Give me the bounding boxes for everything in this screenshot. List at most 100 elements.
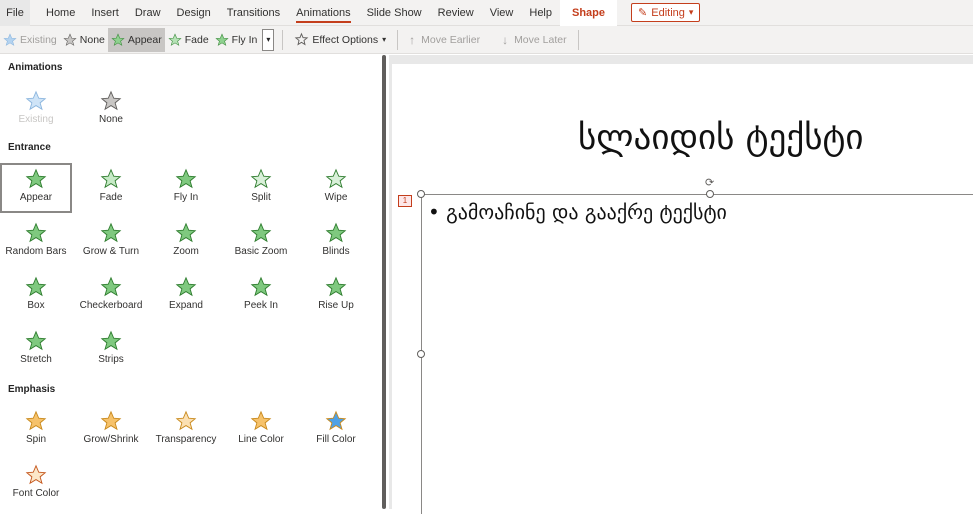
animation-label: Grow & Turn bbox=[82, 246, 140, 257]
animation-label: Appear bbox=[19, 192, 53, 203]
chevron-down-icon: ▾ bbox=[382, 35, 387, 44]
animation-label: Expand bbox=[169, 300, 203, 311]
move-earlier-button[interactable]: ↑ Move Earlier bbox=[406, 28, 483, 52]
star-icon bbox=[63, 32, 77, 46]
resize-handle-top-middle[interactable] bbox=[706, 190, 714, 198]
animation-rise-up[interactable]: Rise Up bbox=[300, 271, 372, 321]
tab-draw[interactable]: Draw bbox=[127, 0, 169, 26]
animation-blinds[interactable]: Blinds bbox=[300, 217, 372, 267]
star-icon bbox=[100, 330, 122, 351]
animation-box[interactable]: Box bbox=[0, 271, 72, 321]
star-icon bbox=[325, 222, 347, 243]
slide-bullet-text[interactable]: • გამოაჩინე და გააქრე ტექსტი bbox=[428, 200, 727, 224]
tab-help[interactable]: Help bbox=[521, 0, 560, 26]
animation-order-tag[interactable]: 1 bbox=[398, 195, 412, 207]
arrow-down-icon: ↓ bbox=[502, 32, 509, 47]
animation-none[interactable]: None bbox=[75, 85, 147, 135]
arrow-up-icon: ↑ bbox=[409, 32, 416, 47]
animation-peek-in[interactable]: Peek In bbox=[225, 271, 297, 321]
animation-label: Wipe bbox=[324, 192, 348, 203]
animation-fill-color[interactable]: Fill Color bbox=[300, 405, 372, 455]
effect-options-button[interactable]: Effect Options ▾ bbox=[291, 28, 389, 52]
animation-strips[interactable]: Strips bbox=[75, 325, 147, 375]
tab-design[interactable]: Design bbox=[169, 0, 219, 26]
animation-expand[interactable]: Expand bbox=[150, 271, 222, 321]
animation-label: Random Bars bbox=[5, 246, 67, 257]
animation-grow-shrink[interactable]: Grow/Shrink bbox=[75, 405, 147, 455]
star-icon bbox=[100, 410, 122, 431]
star-icon bbox=[111, 32, 125, 46]
rotate-handle-icon[interactable]: ⟳ bbox=[705, 176, 714, 189]
animation-label: Existing bbox=[18, 114, 54, 125]
star-icon bbox=[325, 276, 347, 297]
star-icon bbox=[3, 32, 17, 46]
animation-wipe[interactable]: Wipe bbox=[300, 163, 372, 213]
animation-label: Fill Color bbox=[316, 434, 356, 445]
animation-label: Transparency bbox=[155, 434, 217, 445]
existing-button[interactable]: Existing bbox=[0, 28, 60, 52]
section-title-animations: Animations bbox=[8, 62, 63, 73]
tab-view[interactable]: View bbox=[482, 0, 522, 26]
move-later-button[interactable]: ↓ Move Later bbox=[499, 28, 570, 52]
tab-home[interactable]: Home bbox=[38, 0, 83, 26]
animation-fly-in[interactable]: Fly In bbox=[150, 163, 222, 213]
star-icon bbox=[325, 168, 347, 189]
chevron-down-icon: ▾ bbox=[266, 35, 271, 44]
star-icon bbox=[175, 410, 197, 431]
animation-existing[interactable]: Existing bbox=[0, 85, 72, 135]
star-icon bbox=[25, 276, 47, 297]
tab-shape[interactable]: Shape bbox=[560, 0, 618, 26]
tab-file[interactable]: File bbox=[0, 0, 30, 26]
animation-zoom[interactable]: Zoom bbox=[150, 217, 222, 267]
animation-line-color[interactable]: Line Color bbox=[225, 405, 297, 455]
star-icon bbox=[175, 276, 197, 297]
tab-review[interactable]: Review bbox=[430, 0, 482, 26]
animation-label: None bbox=[99, 114, 123, 125]
tab-insert[interactable]: Insert bbox=[83, 0, 127, 26]
animation-spin[interactable]: Spin bbox=[0, 405, 72, 455]
animation-font-color[interactable]: Font Color bbox=[0, 459, 72, 509]
animation-label: Fly In bbox=[173, 192, 199, 203]
animation-label: Spin bbox=[25, 434, 46, 445]
resize-handle-middle-left[interactable] bbox=[417, 350, 425, 358]
animation-transparency[interactable]: Transparency bbox=[150, 405, 222, 455]
tab-animations[interactable]: Animations bbox=[288, 0, 358, 26]
animation-basic-zoom[interactable]: Basic Zoom bbox=[225, 217, 297, 267]
star-icon bbox=[100, 276, 122, 297]
animation-split[interactable]: Split bbox=[225, 163, 297, 213]
animation-label: Line Color bbox=[238, 434, 284, 445]
ribbon-divider bbox=[282, 29, 284, 50]
appear-button[interactable]: Appear bbox=[107, 27, 165, 52]
star-icon bbox=[250, 410, 272, 431]
text-placeholder[interactable] bbox=[421, 194, 973, 514]
fade-button[interactable]: Fade bbox=[165, 28, 212, 52]
star-icon bbox=[325, 410, 347, 431]
star-icon bbox=[250, 222, 272, 243]
editing-mode-button[interactable]: ✎ Editing ▾ bbox=[631, 3, 701, 22]
star-icon bbox=[100, 222, 122, 243]
pencil-icon: ✎ bbox=[638, 7, 648, 19]
star-icon bbox=[175, 168, 197, 189]
tab-transitions[interactable]: Transitions bbox=[219, 0, 288, 26]
fly-in-button[interactable]: Fly In bbox=[212, 28, 261, 52]
star-icon bbox=[25, 330, 47, 351]
animation-random-bars[interactable]: Random Bars bbox=[0, 217, 72, 267]
pane-scrollbar[interactable] bbox=[382, 55, 386, 509]
animation-stretch[interactable]: Stretch bbox=[0, 325, 72, 375]
animation-label: Stretch bbox=[20, 354, 52, 365]
resize-handle-top-left[interactable] bbox=[417, 190, 425, 198]
section-title-entrance: Entrance bbox=[8, 142, 51, 153]
tab-slide-show[interactable]: Slide Show bbox=[359, 0, 430, 26]
none-button[interactable]: None bbox=[60, 28, 108, 52]
star-icon bbox=[25, 168, 47, 189]
animation-checkerboard[interactable]: Checkerboard bbox=[75, 271, 147, 321]
animation-fade[interactable]: Fade bbox=[75, 163, 147, 213]
ribbon: Existing None Appear Fade Fly In ▾ Effec… bbox=[0, 26, 973, 54]
animation-grow-turn[interactable]: Grow & Turn bbox=[75, 217, 147, 267]
animation-appear[interactable]: Appear bbox=[0, 163, 72, 213]
star-icon bbox=[25, 222, 47, 243]
slide-title[interactable]: სლაიდის ტექსტი bbox=[578, 118, 864, 158]
ribbon-divider bbox=[397, 29, 399, 50]
animation-label: Basic Zoom bbox=[234, 246, 288, 257]
animation-gallery-dropdown[interactable]: ▾ bbox=[262, 28, 275, 51]
